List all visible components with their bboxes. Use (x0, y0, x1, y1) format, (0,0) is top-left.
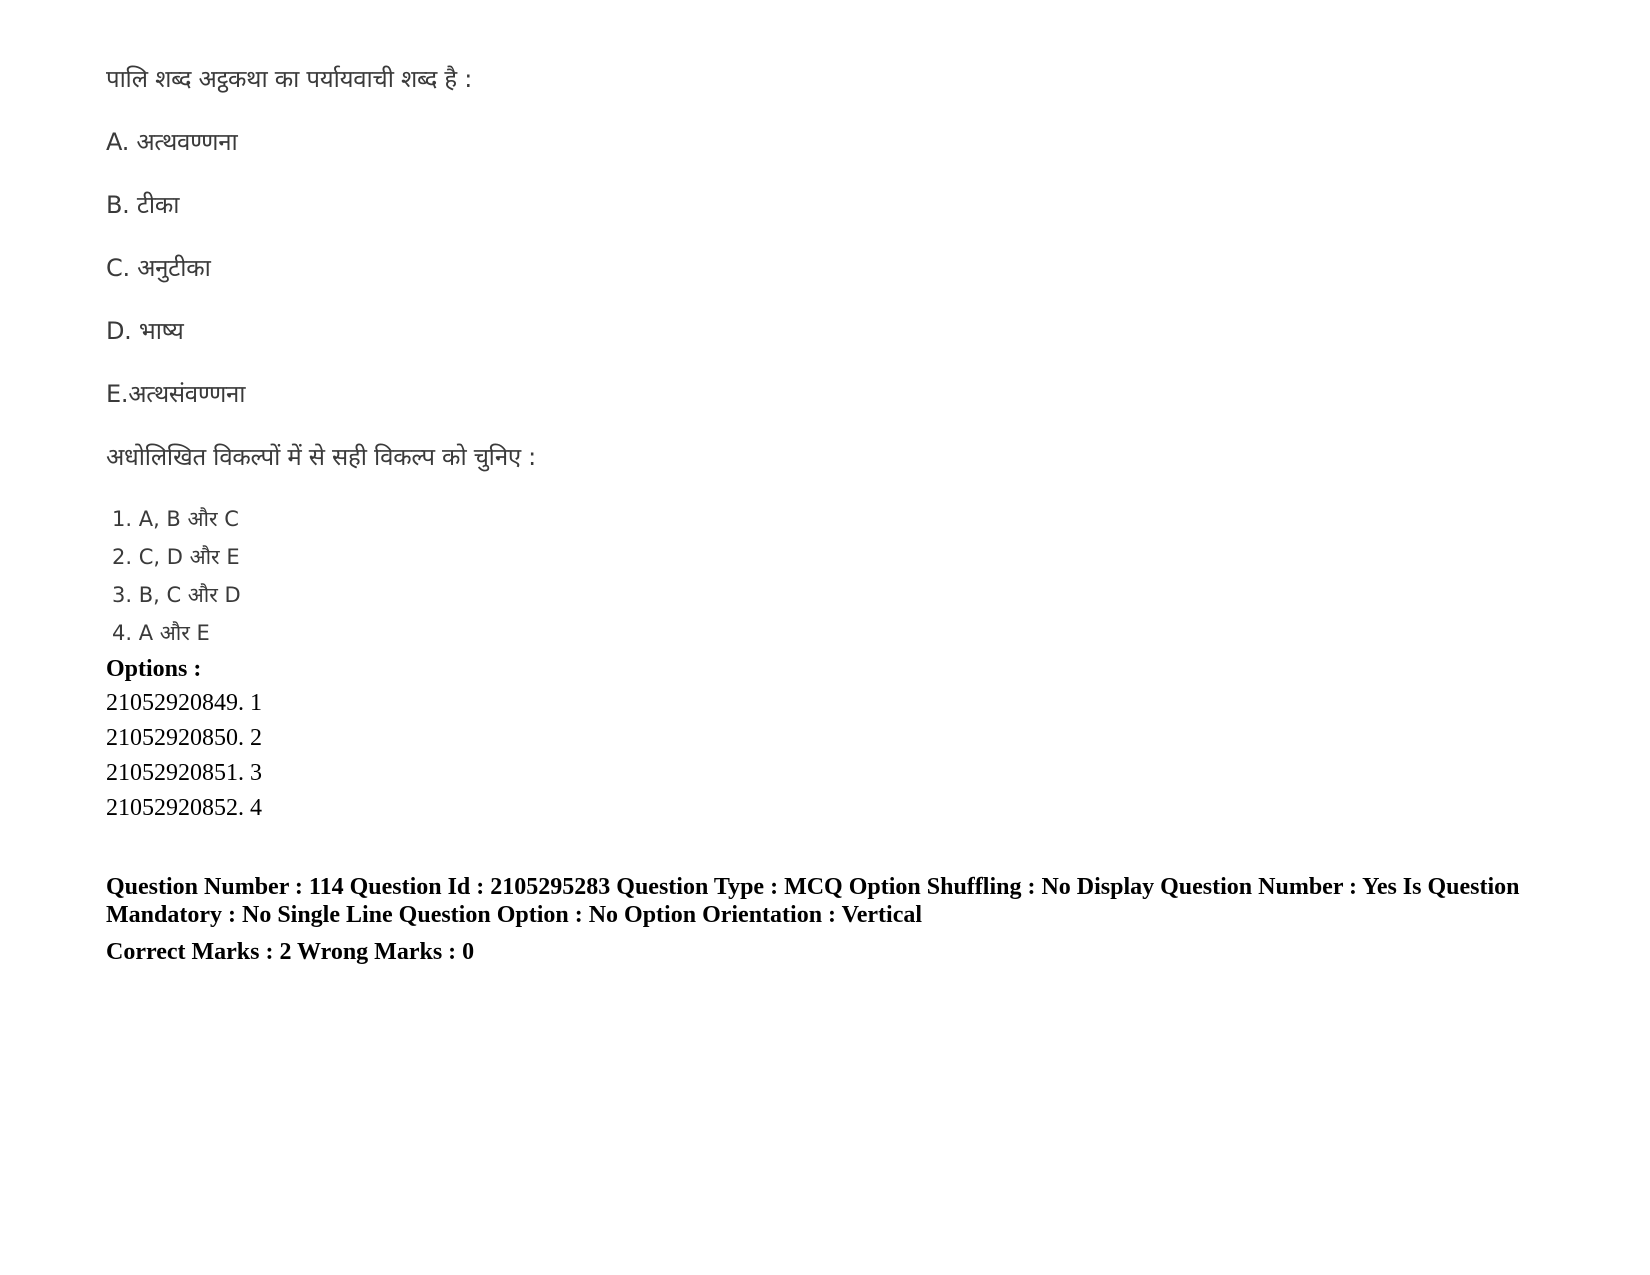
option-item: 21052920851. 3 (106, 760, 262, 786)
statement-b: B. टीका (106, 188, 180, 221)
statement-text: भाष्य (131, 317, 184, 345)
statement-a: A. अत्थवण्णना (106, 125, 238, 158)
statement-label: A. (106, 128, 130, 156)
statement-label: D. (106, 317, 132, 345)
options-heading: Options : (106, 656, 202, 682)
question-stem: पालि शब्द अट्ठकथा का पर्यायवाची शब्द है … (106, 65, 472, 93)
statement-e: E.अत्थसंवण्णना (106, 377, 246, 410)
choice-4: 4. A और E (112, 621, 210, 645)
statement-text: अनुटीका (129, 254, 211, 282)
question-metadata: Question Number : 114 Question Id : 2105… (106, 874, 1520, 928)
statement-text: अत्थसंवण्णना (128, 380, 246, 408)
statement-d: D. भाष्य (106, 314, 184, 347)
marks-info: Correct Marks : 2 Wrong Marks : 0 (106, 939, 475, 965)
statement-text: टीका (129, 191, 180, 219)
statement-label: B. (106, 191, 130, 219)
choice-3: 3. B, C और D (112, 583, 241, 607)
statement-label: C. (106, 254, 130, 282)
choice-2: 2. C, D और E (112, 545, 240, 569)
option-item: 21052920852. 4 (106, 795, 262, 821)
option-item: 21052920850. 2 (106, 725, 262, 751)
choice-1: 1. A, B और C (112, 507, 239, 531)
instruction-text: अधोलिखित विकल्पों में से सही विकल्प को च… (106, 443, 536, 471)
statement-text: अत्थवण्णना (129, 128, 238, 156)
option-item: 21052920849. 1 (106, 690, 262, 716)
statement-label: E. (106, 380, 129, 408)
statement-c: C. अनुटीका (106, 251, 211, 284)
question-page: पालि शब्द अट्ठकथा का पर्यायवाची शब्द है … (0, 0, 1650, 1275)
